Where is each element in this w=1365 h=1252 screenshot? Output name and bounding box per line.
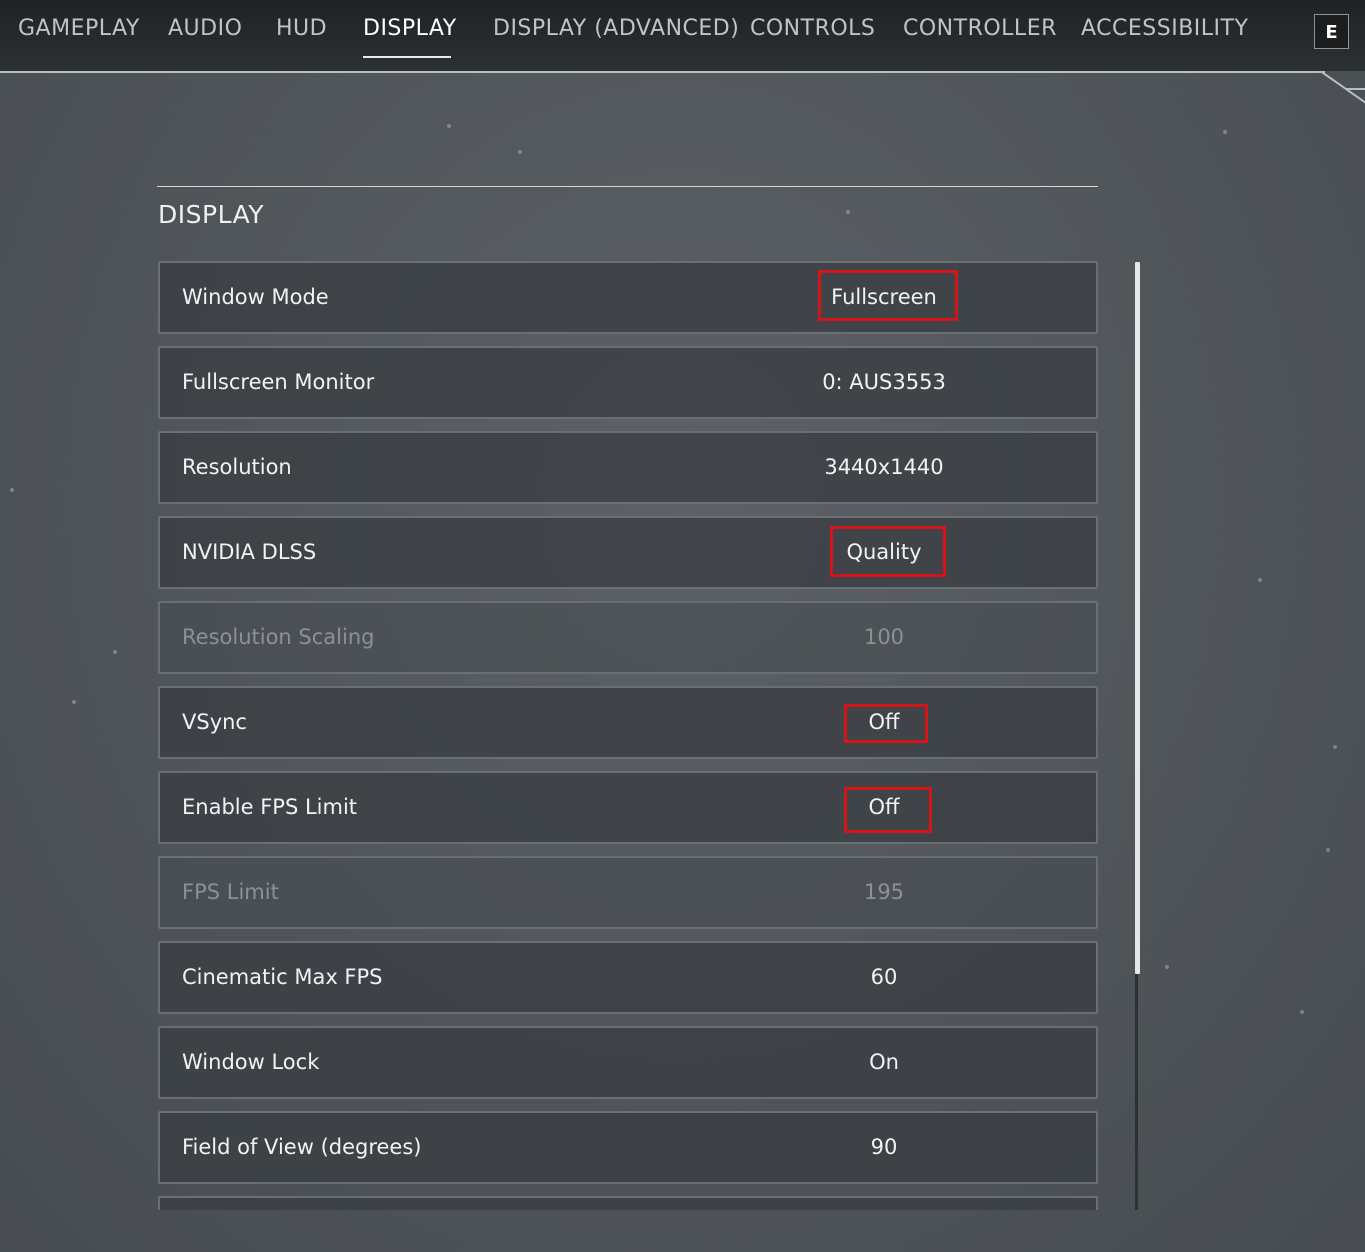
- top-nav-bar: GAMEPLAY AUDIO HUD DISPLAY DISPLAY (ADVA…: [0, 0, 1365, 71]
- setting-row-resolution-scaling: Resolution Scaling 100: [158, 601, 1098, 674]
- background-speck: [113, 650, 117, 654]
- section-divider: [157, 186, 1098, 187]
- tab-display-advanced[interactable]: DISPLAY (ADVANCED): [493, 16, 739, 41]
- tab-gameplay[interactable]: GAMEPLAY: [18, 16, 140, 41]
- tab-display[interactable]: DISPLAY: [363, 16, 457, 41]
- background-speck: [1300, 1010, 1304, 1014]
- nav-divider: [0, 71, 1325, 73]
- settings-list: Window Mode Fullscreen Fullscreen Monito…: [157, 255, 1102, 1210]
- setting-label: Enable FPS Limit: [182, 795, 358, 819]
- background-speck: [10, 488, 14, 492]
- setting-label: Cinematic Max FPS: [182, 965, 383, 989]
- setting-label: VSync: [182, 710, 247, 734]
- background-speck: [72, 700, 76, 704]
- setting-value[interactable]: 90: [784, 1135, 984, 1159]
- nav-divider-end: [1346, 88, 1365, 90]
- background-speck: [1326, 848, 1330, 852]
- background-speck: [1165, 965, 1169, 969]
- highlight-box: [844, 704, 928, 743]
- setting-value[interactable]: 0: AUS3553: [784, 370, 984, 394]
- setting-value[interactable]: 60: [784, 965, 984, 989]
- scrollbar-thumb[interactable]: [1135, 262, 1140, 974]
- setting-row-partial[interactable]: [158, 1196, 1098, 1210]
- setting-label: Fullscreen Monitor: [182, 370, 375, 394]
- setting-label: Resolution Scaling: [182, 625, 375, 649]
- background-speck: [1223, 130, 1227, 134]
- setting-row-vsync[interactable]: VSync Off: [158, 686, 1098, 759]
- setting-value: 100: [863, 625, 905, 649]
- setting-label: Resolution: [182, 455, 292, 479]
- setting-row-cinematic-max-fps[interactable]: Cinematic Max FPS 60: [158, 941, 1098, 1014]
- background-speck: [447, 124, 451, 128]
- setting-value[interactable]: 3440x1440: [784, 455, 984, 479]
- setting-value: 195: [863, 880, 905, 904]
- highlight-box: [844, 787, 932, 833]
- tab-controller[interactable]: CONTROLLER: [903, 16, 1057, 41]
- setting-row-enable-fps-limit[interactable]: Enable FPS Limit Off: [158, 771, 1098, 844]
- active-tab-indicator: [363, 56, 451, 58]
- tab-accessibility[interactable]: ACCESSIBILITY: [1081, 16, 1248, 41]
- setting-row-nvidia-dlss[interactable]: NVIDIA DLSS Quality: [158, 516, 1098, 589]
- setting-row-fps-limit: FPS Limit 195: [158, 856, 1098, 929]
- section-title: DISPLAY: [158, 200, 265, 229]
- setting-label: FPS Limit: [182, 880, 279, 904]
- tab-hud[interactable]: HUD: [276, 16, 327, 41]
- setting-row-field-of-view[interactable]: Field of View (degrees) 90: [158, 1111, 1098, 1184]
- highlight-box: [830, 526, 946, 577]
- setting-row-fullscreen-monitor[interactable]: Fullscreen Monitor 0: AUS3553: [158, 346, 1098, 419]
- background-speck: [518, 150, 522, 154]
- setting-value[interactable]: On: [784, 1050, 984, 1074]
- tab-audio[interactable]: AUDIO: [168, 16, 242, 41]
- setting-label: Window Lock: [182, 1050, 320, 1074]
- setting-row-resolution[interactable]: Resolution 3440x1440: [158, 431, 1098, 504]
- tab-controls[interactable]: CONTROLS: [750, 16, 875, 41]
- setting-label: Window Mode: [182, 285, 329, 309]
- setting-row-window-mode[interactable]: Window Mode Fullscreen: [158, 261, 1098, 334]
- setting-label: Field of View (degrees): [182, 1135, 422, 1159]
- highlight-box: [818, 270, 958, 321]
- setting-row-window-lock[interactable]: Window Lock On: [158, 1026, 1098, 1099]
- setting-label: NVIDIA DLSS: [182, 540, 317, 564]
- background-speck: [846, 210, 850, 214]
- background-speck: [1333, 745, 1337, 749]
- next-tab-key-hint[interactable]: E: [1314, 14, 1349, 49]
- background-speck: [1258, 578, 1262, 582]
